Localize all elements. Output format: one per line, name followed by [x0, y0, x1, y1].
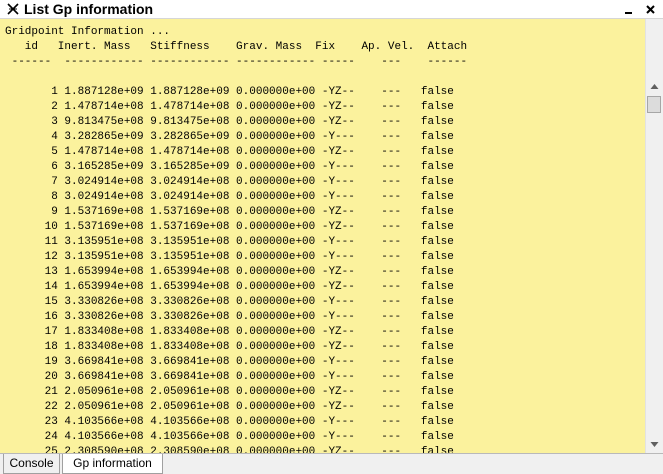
table-row: 16 3.330826e+08 3.330826e+08 0.000000e+0… [5, 311, 454, 323]
table-row: 20 3.669841e+08 3.669841e+08 0.000000e+0… [5, 371, 454, 383]
table-row: 2 1.478714e+08 1.478714e+08 0.000000e+00… [5, 101, 454, 113]
listing-heading: Gridpoint Information ... [5, 26, 171, 38]
table-row: 5 1.478714e+08 1.478714e+08 0.000000e+00… [5, 146, 454, 158]
table-row: 23 4.103566e+08 4.103566e+08 0.000000e+0… [5, 416, 454, 428]
table-row: 8 3.024914e+08 3.024914e+08 0.000000e+00… [5, 191, 454, 203]
gridpoint-listing: Gridpoint Information ... id Inert. Mass… [5, 25, 467, 453]
table-row: 21 2.050961e+08 2.050961e+08 0.000000e+0… [5, 386, 454, 398]
column-headers: id Inert. Mass Stiffness Grav. Mass Fix … [5, 41, 468, 53]
table-row: 3 9.813475e+08 9.813475e+08 0.000000e+00… [5, 116, 454, 128]
scroll-up-arrow-icon[interactable] [646, 79, 663, 96]
table-row: 10 1.537169e+08 1.537169e+08 0.000000e+0… [5, 221, 454, 233]
tab-console[interactable]: Console [3, 454, 60, 474]
table-row: 13 1.653994e+08 1.653994e+08 0.000000e+0… [5, 266, 454, 278]
minimize-icon[interactable] [622, 3, 635, 16]
table-row: 15 3.330826e+08 3.330826e+08 0.000000e+0… [5, 296, 454, 308]
table-row: 22 2.050961e+08 2.050961e+08 0.000000e+0… [5, 401, 454, 413]
scroll-down-arrow-icon[interactable] [646, 436, 663, 453]
table-row: 19 3.669841e+08 3.669841e+08 0.000000e+0… [5, 356, 454, 368]
table-row: 12 3.135951e+08 3.135951e+08 0.000000e+0… [5, 251, 454, 263]
table-row: 1 1.887128e+09 1.887128e+09 0.000000e+00… [5, 86, 454, 98]
table-row: 4 3.282865e+09 3.282865e+09 0.000000e+00… [5, 131, 454, 143]
table-row: 11 3.135951e+08 3.135951e+08 0.000000e+0… [5, 236, 454, 248]
table-row: 7 3.024914e+08 3.024914e+08 0.000000e+00… [5, 176, 454, 188]
table-row: 14 1.653994e+08 1.653994e+08 0.000000e+0… [5, 281, 454, 293]
pin-icon[interactable] [6, 2, 20, 16]
gp-information-panel[interactable]: Gridpoint Information ... id Inert. Mass… [0, 19, 645, 453]
scrollbar-thumb[interactable] [647, 96, 661, 113]
vertical-scrollbar[interactable] [645, 19, 663, 453]
table-row: 6 3.165285e+09 3.165285e+09 0.000000e+00… [5, 161, 454, 173]
header-separator: ------ ------------ ------------ -------… [5, 56, 468, 68]
tab-gp-information[interactable]: Gp information [62, 454, 163, 474]
table-row: 17 1.833408e+08 1.833408e+08 0.000000e+0… [5, 326, 454, 338]
close-icon[interactable] [644, 3, 657, 16]
table-row: 24 4.103566e+08 4.103566e+08 0.000000e+0… [5, 431, 454, 443]
table-row: 9 1.537169e+08 1.537169e+08 0.000000e+00… [5, 206, 454, 218]
window-title: List Gp information [24, 1, 154, 17]
table-row: 25 2.308590e+08 2.308590e+08 0.000000e+0… [5, 446, 454, 453]
window-titlebar: List Gp information [0, 0, 663, 19]
table-row: 18 1.833408e+08 1.833408e+08 0.000000e+0… [5, 341, 454, 353]
bottom-tab-bar: Console Gp information [0, 453, 663, 474]
